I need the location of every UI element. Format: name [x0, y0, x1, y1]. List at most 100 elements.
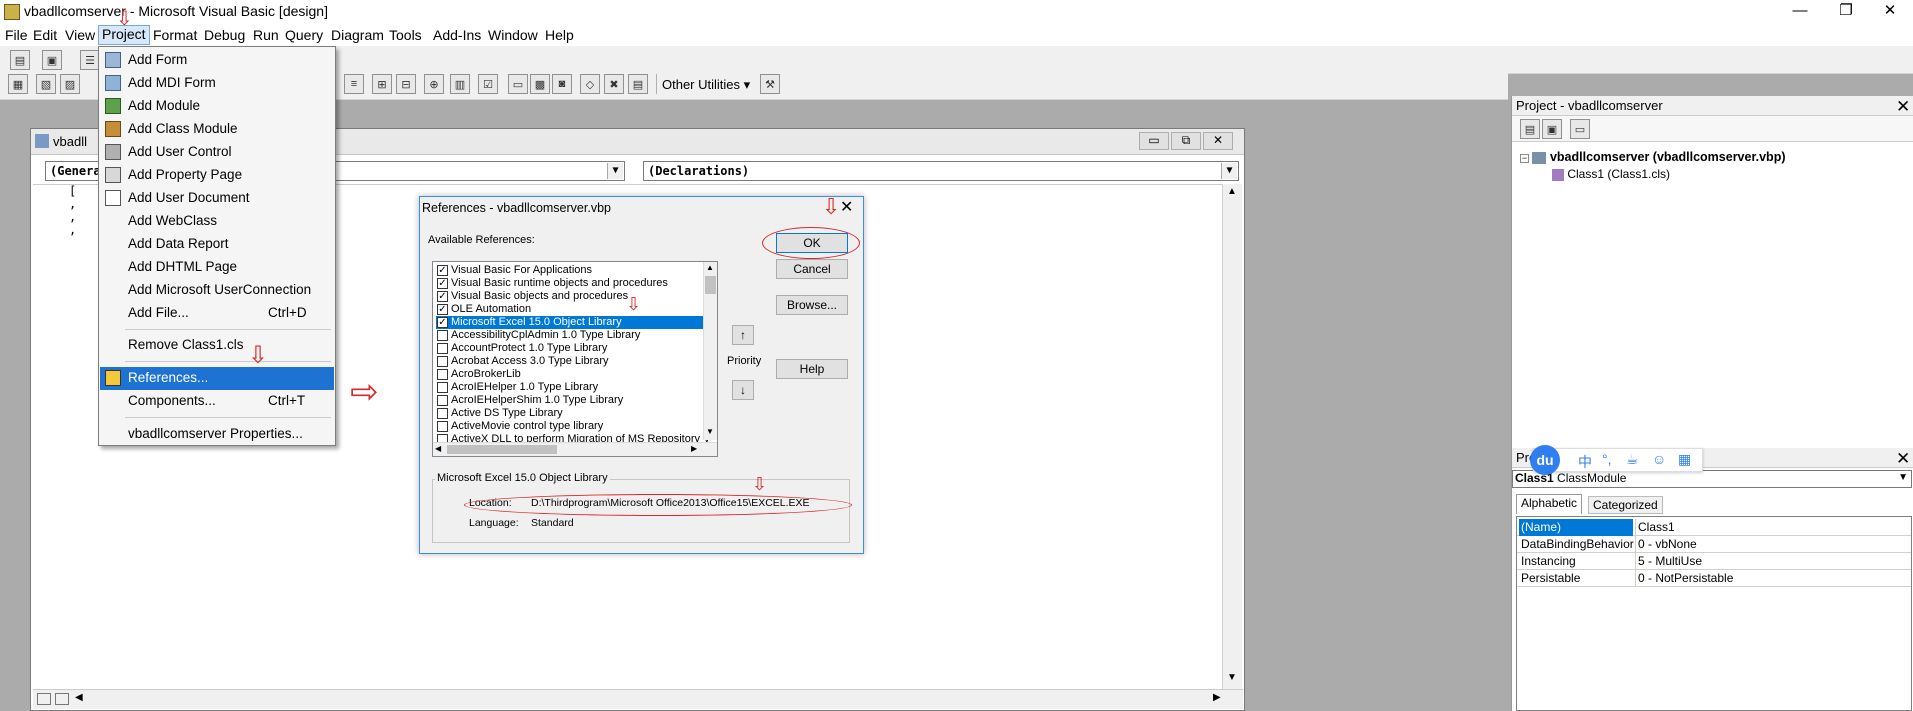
menu-editor-icon[interactable]: ☰	[80, 50, 100, 70]
reference-item[interactable]: AcroIEHelperShim 1.0 Type Library	[436, 394, 623, 407]
scroll-down-icon[interactable]: ▼	[1227, 672, 1237, 683]
toolbar-icon-8[interactable]: ▥	[450, 74, 470, 94]
code-restore-button[interactable]: ⧉	[1171, 132, 1201, 150]
checkbox[interactable]	[437, 356, 448, 367]
reference-item[interactable]: ✓ Visual Basic objects and procedures	[436, 290, 628, 303]
menu-item-remove-class1[interactable]: Remove Class1.cls	[100, 334, 334, 357]
priority-down-button[interactable]: ↓	[732, 380, 754, 400]
cancel-button[interactable]: Cancel	[776, 259, 848, 279]
menu-item-add-dhtml-page[interactable]: Add DHTML Page	[100, 256, 334, 279]
property-value[interactable]: 5 - MultiUse	[1635, 553, 1702, 570]
references-list[interactable]: ✓ Visual Basic For Applications ✓ Visual B…	[432, 261, 718, 457]
menu-edit[interactable]: Edit	[30, 27, 60, 43]
menu-diagram[interactable]: Diagram	[328, 27, 387, 43]
menu-item-components[interactable]: Components... Ctrl+T	[100, 390, 334, 413]
code-minimize-button[interactable]: ▭	[1139, 132, 1169, 150]
scroll-right-icon[interactable]: ▶	[691, 444, 697, 453]
checkbox[interactable]: ✓	[437, 317, 448, 328]
menu-add-ins[interactable]: Add-Ins	[430, 27, 484, 43]
browse-button[interactable]: Browse...	[776, 295, 848, 315]
tools-icon[interactable]: ⚒	[760, 74, 780, 94]
close-icon[interactable]: ✕	[1896, 449, 1910, 469]
reference-item[interactable]: ✓ Visual Basic For Applications	[436, 264, 592, 277]
skin-icon[interactable]: ☕	[1626, 451, 1639, 468]
property-row[interactable]: DataBindingBehavior 0 - vbNone	[1517, 536, 1911, 553]
property-value[interactable]: 0 - NotPersistable	[1635, 570, 1733, 587]
grid-menu-icon[interactable]: ▦	[1678, 451, 1691, 468]
menu-item-add-data-report[interactable]: Add Data Report	[100, 233, 334, 256]
full-module-view-icon[interactable]	[55, 693, 69, 705]
project-tree-root[interactable]: − vbadllcomserver (vbadllcomserver.vbp)	[1520, 150, 1786, 164]
reference-item[interactable]: AccessibilityCplAdmin 1.0 Type Library	[436, 329, 640, 342]
list-vertical-scrollbar[interactable]: ▲ ▼	[703, 262, 717, 440]
user-icon[interactable]: ☺	[1652, 451, 1666, 467]
menu-item-add-webclass[interactable]: Add WebClass	[100, 210, 334, 233]
scroll-left-icon[interactable]: ◀	[435, 444, 441, 453]
delete-icon[interactable]: ✖	[604, 74, 624, 94]
menu-tools[interactable]: Tools	[386, 27, 425, 43]
toolbar-icon-4[interactable]: ≡	[344, 74, 364, 94]
maximize-button[interactable]: ❐	[1823, 0, 1869, 24]
scroll-thumb[interactable]	[705, 276, 716, 294]
procedure-view-icon[interactable]	[37, 693, 51, 705]
add-form-icon[interactable]: ▣	[42, 50, 62, 70]
menu-file[interactable]: File	[2, 27, 31, 43]
view-object-icon[interactable]: ▣	[1542, 119, 1562, 139]
menu-item-references[interactable]: References...	[100, 367, 334, 390]
property-row[interactable]: Persistable 0 - NotPersistable	[1517, 570, 1911, 587]
scroll-up-icon[interactable]: ▲	[1227, 186, 1237, 197]
scroll-left-icon[interactable]: ◀	[75, 692, 83, 703]
close-button[interactable]: ✕	[1867, 0, 1913, 24]
menu-item-add-user-control[interactable]: Add User Control	[100, 141, 334, 164]
checkbox[interactable]	[437, 343, 448, 354]
view-code-icon[interactable]: ▤	[1520, 119, 1540, 139]
add-project-icon[interactable]: ▤	[10, 50, 30, 70]
reference-item[interactable]: Acrobat Access 3.0 Type Library	[436, 355, 609, 368]
scroll-thumb[interactable]	[447, 445, 557, 454]
menu-item-add-property-page[interactable]: Add Property Page	[100, 164, 334, 187]
menu-view[interactable]: View	[62, 27, 98, 43]
checklist-icon[interactable]: ☑	[478, 74, 498, 94]
code-horizontal-scrollbar[interactable]: ◀ ▶	[33, 689, 1243, 709]
checkbox[interactable]	[437, 330, 448, 341]
project-tree-class1[interactable]: Class1 (Class1.cls)	[1552, 167, 1670, 181]
menu-format[interactable]: Format	[150, 27, 200, 43]
chevron-down-icon[interactable]: ▼	[607, 163, 623, 179]
property-row[interactable]: Instancing 5 - MultiUse	[1517, 553, 1911, 570]
menu-query[interactable]: Query	[282, 27, 326, 43]
folder-icon[interactable]: ▭	[508, 74, 528, 94]
chevron-down-icon[interactable]: ▼	[1221, 163, 1237, 179]
toolbar-icon-7[interactable]: ⊕	[424, 74, 444, 94]
scroll-down-icon[interactable]: ▼	[706, 427, 714, 436]
list-horizontal-scrollbar[interactable]: ◀ ▶	[433, 442, 717, 456]
reference-item[interactable]: ActiveMovie control type library	[436, 420, 603, 433]
save-icon[interactable]: ◙	[552, 74, 572, 94]
menu-item-add-class-module[interactable]: Add Class Module	[100, 118, 334, 141]
menu-item-add-userconnection[interactable]: Add Microsoft UserConnection	[100, 279, 334, 302]
toolbar-icon-5[interactable]: ⊞	[372, 74, 392, 94]
checkbox[interactable]	[437, 382, 448, 393]
reference-item[interactable]: ✓ OLE Automation	[436, 303, 531, 316]
reference-item[interactable]: AcroBrokerLib	[436, 368, 521, 381]
code-vertical-scrollbar[interactable]: ▲ ▼	[1222, 184, 1242, 689]
menu-item-add-user-document[interactable]: Add User Document	[100, 187, 334, 210]
property-value[interactable]: Class1	[1635, 519, 1675, 536]
toolbar-icon-6[interactable]: ⊟	[396, 74, 416, 94]
close-icon[interactable]: ✕	[1896, 97, 1910, 117]
property-row[interactable]: (Name) Class1	[1517, 519, 1911, 536]
menu-debug[interactable]: Debug	[201, 27, 248, 43]
other-utilities-dropdown[interactable]: Other Utilities ▾	[662, 77, 750, 93]
ime-logo-icon[interactable]: du	[1530, 445, 1560, 475]
eraser-icon[interactable]: ◇	[580, 74, 600, 94]
menu-item-add-module[interactable]: Add Module	[100, 95, 334, 118]
properties-object-combo[interactable]: Class1 ClassModule ▼	[1512, 470, 1912, 488]
tab-alphabetic[interactable]: Alphabetic	[1516, 494, 1583, 514]
minimize-button[interactable]: —	[1777, 0, 1823, 24]
ime-chinese-toggle[interactable]: 中	[1578, 452, 1592, 472]
scroll-up-icon[interactable]: ▲	[706, 263, 714, 272]
toolbar-icon-1[interactable]: ▦	[8, 74, 28, 94]
help-button[interactable]: Help	[776, 359, 848, 379]
property-value[interactable]: 0 - vbNone	[1635, 536, 1697, 553]
checkbox[interactable]	[437, 369, 448, 380]
tab-categorized[interactable]: Categorized	[1588, 496, 1663, 514]
